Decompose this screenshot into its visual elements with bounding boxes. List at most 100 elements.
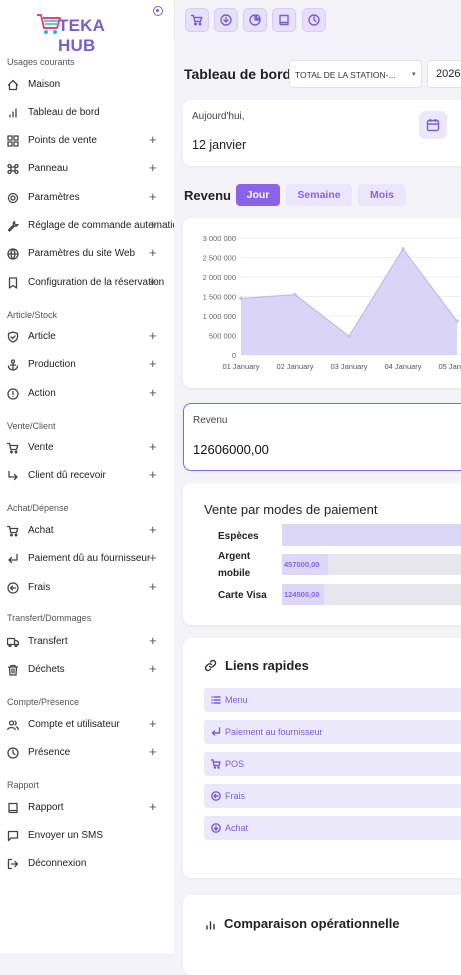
year-value: 2026 xyxy=(436,68,461,80)
sidebar-item-label: Déchets xyxy=(28,664,65,675)
expand-plus-icon[interactable]: + xyxy=(149,356,157,371)
sidebar-item-vente[interactable]: Vente + xyxy=(0,437,174,459)
payment-bar-fill xyxy=(282,524,461,546)
section-title-vente-client: Vente/Client xyxy=(7,421,56,431)
expand-plus-icon[interactable]: + xyxy=(149,467,157,482)
quick-link-pos[interactable]: POS xyxy=(204,752,461,776)
expand-plus-icon[interactable]: + xyxy=(149,439,157,454)
expand-plus-icon[interactable]: + xyxy=(149,385,157,400)
sidebar-item-panneau[interactable]: Panneau + xyxy=(0,158,174,180)
toolbar-book-button[interactable] xyxy=(272,8,296,32)
book-icon xyxy=(8,802,18,814)
sidebar-item-client-du-recevoir[interactable]: Client dû recevoir + xyxy=(0,465,174,487)
sidebar-item-label: Transfert xyxy=(28,636,68,647)
message-square-icon xyxy=(7,830,19,842)
anchor-icon xyxy=(7,359,19,371)
section-title-usages: Usages courants xyxy=(7,57,75,67)
expand-plus-icon[interactable]: + xyxy=(149,189,157,204)
sidebar-item-compte-utilisateur[interactable]: Compte et utilisateur + xyxy=(0,714,174,736)
toolbar-download-button[interactable] xyxy=(214,8,238,32)
expand-plus-icon[interactable]: + xyxy=(149,274,157,289)
today-label: Aujourd'hui, xyxy=(192,111,245,122)
sidebar-item-action[interactable]: Action + xyxy=(0,383,174,405)
section-title-achat-depense: Achat/Dépense xyxy=(7,503,69,513)
expand-plus-icon[interactable]: + xyxy=(149,633,157,648)
sidebar-item-parametres[interactable]: Paramètres + xyxy=(0,187,174,209)
expand-plus-icon[interactable]: + xyxy=(149,245,157,260)
globe-icon xyxy=(7,248,19,260)
revenue-title: Revenu xyxy=(184,188,231,203)
quick-link-achat[interactable]: Achat xyxy=(204,816,461,840)
x-tick-label: 02 January xyxy=(276,362,313,371)
sidebar-item-achat[interactable]: Achat + xyxy=(0,520,174,542)
section-title-rapport: Rapport xyxy=(7,780,40,790)
x-tick-label: 03 January xyxy=(330,362,367,371)
expand-plus-icon[interactable]: + xyxy=(149,160,157,175)
expand-plus-icon[interactable]: + xyxy=(149,744,157,759)
sidebar-item-envoyer-sms[interactable]: Envoyer un SMS xyxy=(0,825,174,847)
sidebar-item-article[interactable]: Article + xyxy=(0,326,174,348)
expand-plus-icon[interactable]: + xyxy=(149,579,157,594)
station-select[interactable]: TOTAL DE LA STATION-... ▾ xyxy=(289,60,422,88)
sidebar-item-production[interactable]: Production + xyxy=(0,354,174,376)
sidebar-item-dechets[interactable]: Déchets + xyxy=(0,659,174,681)
sidebar-item-deconnexion[interactable]: Déconnexion xyxy=(0,853,174,875)
toolbar-pie-chart-button[interactable] xyxy=(243,8,267,32)
sidebar-item-points-de-vente[interactable]: Points de vente + xyxy=(0,130,174,152)
sidebar-item-label: Points de vente xyxy=(28,135,97,146)
year-select[interactable]: 2026 xyxy=(427,60,461,88)
period-mois-button[interactable]: Mois xyxy=(358,184,406,206)
quick-link-menu[interactable]: Menu xyxy=(204,688,461,712)
sidebar-item-rapport[interactable]: Rapport + xyxy=(0,797,174,819)
sidebar-item-paiement-fournisseur[interactable]: Paiement dû au fournisseur + xyxy=(0,548,174,570)
sidebar-item-parametres-site-web[interactable]: Paramètres du site Web + xyxy=(0,243,174,265)
sidebar-item-reglage-commande[interactable]: Réglage de commande automatique + xyxy=(0,215,174,237)
expand-plus-icon[interactable]: + xyxy=(149,716,157,731)
y-tick-label: 2 500 000 xyxy=(203,254,236,263)
bookmark-icon xyxy=(8,277,18,289)
expand-plus-icon[interactable]: + xyxy=(149,328,157,343)
period-semaine-button[interactable]: Semaine xyxy=(286,184,352,206)
calendar-button[interactable] xyxy=(419,111,447,139)
quick-link-paiement-fournisseur[interactable]: Paiement au fournisseur xyxy=(204,720,461,744)
sidebar-item-label: Article xyxy=(28,331,56,342)
trash-icon xyxy=(7,664,19,676)
revenue-area-chart: 0 500 000 1 000 000 1 500 000 2 000 000 2 500… xyxy=(203,234,461,371)
quick-link-frais[interactable]: Frais xyxy=(204,784,461,808)
expand-plus-icon[interactable]: + xyxy=(149,799,157,814)
sidebar-item-presence[interactable]: Présence + xyxy=(0,742,174,764)
sidebar-item-label: Configuration de la réservation xyxy=(28,277,165,288)
sidebar-item-frais[interactable]: Frais + xyxy=(0,577,174,599)
sidebar-item-maison[interactable]: Maison xyxy=(0,74,174,96)
toolbar-cart-button[interactable] xyxy=(185,8,209,32)
corner-down-left-icon xyxy=(8,553,18,564)
today-date: 12 janvier xyxy=(192,138,247,152)
sidebar-item-label: Déconnexion xyxy=(28,858,87,869)
expand-plus-icon[interactable]: + xyxy=(149,132,157,147)
sidebar-toggle-radio[interactable] xyxy=(153,6,163,16)
x-tick-label: 04 January xyxy=(384,362,421,371)
sidebar-item-label: Présence xyxy=(28,747,71,758)
sidebar: TEKA HUB Usages courants Article/Stock V… xyxy=(0,0,175,953)
sidebar-item-label: Production xyxy=(28,359,76,370)
y-tick-label: 1 500 000 xyxy=(203,293,236,302)
alert-circle-icon xyxy=(7,388,19,400)
payment-modes-title: Vente par modes de paiement xyxy=(204,502,378,517)
sidebar-item-configuration-reservation[interactable]: Configuration de la réservation + xyxy=(0,272,174,294)
payment-bar xyxy=(282,524,461,546)
bar-chart-icon xyxy=(206,921,215,930)
period-jour-button[interactable]: Jour xyxy=(236,184,280,206)
expand-plus-icon[interactable]: + xyxy=(149,550,157,565)
users-icon xyxy=(7,720,19,731)
expand-plus-icon[interactable]: + xyxy=(149,661,157,676)
logo[interactable]: TEKA HUB xyxy=(36,10,136,55)
data-point xyxy=(401,247,405,251)
sidebar-item-transfert[interactable]: Transfert + xyxy=(0,631,174,653)
expand-plus-icon[interactable]: + xyxy=(149,522,157,537)
toolbar-clock-button[interactable] xyxy=(302,8,326,32)
expand-plus-icon[interactable]: + xyxy=(149,217,157,232)
sidebar-item-label: Vente xyxy=(28,442,54,453)
command-icon xyxy=(7,163,19,175)
sidebar-item-label: Frais xyxy=(28,582,51,593)
sidebar-item-tableau-de-bord[interactable]: Tableau de bord xyxy=(0,102,174,124)
